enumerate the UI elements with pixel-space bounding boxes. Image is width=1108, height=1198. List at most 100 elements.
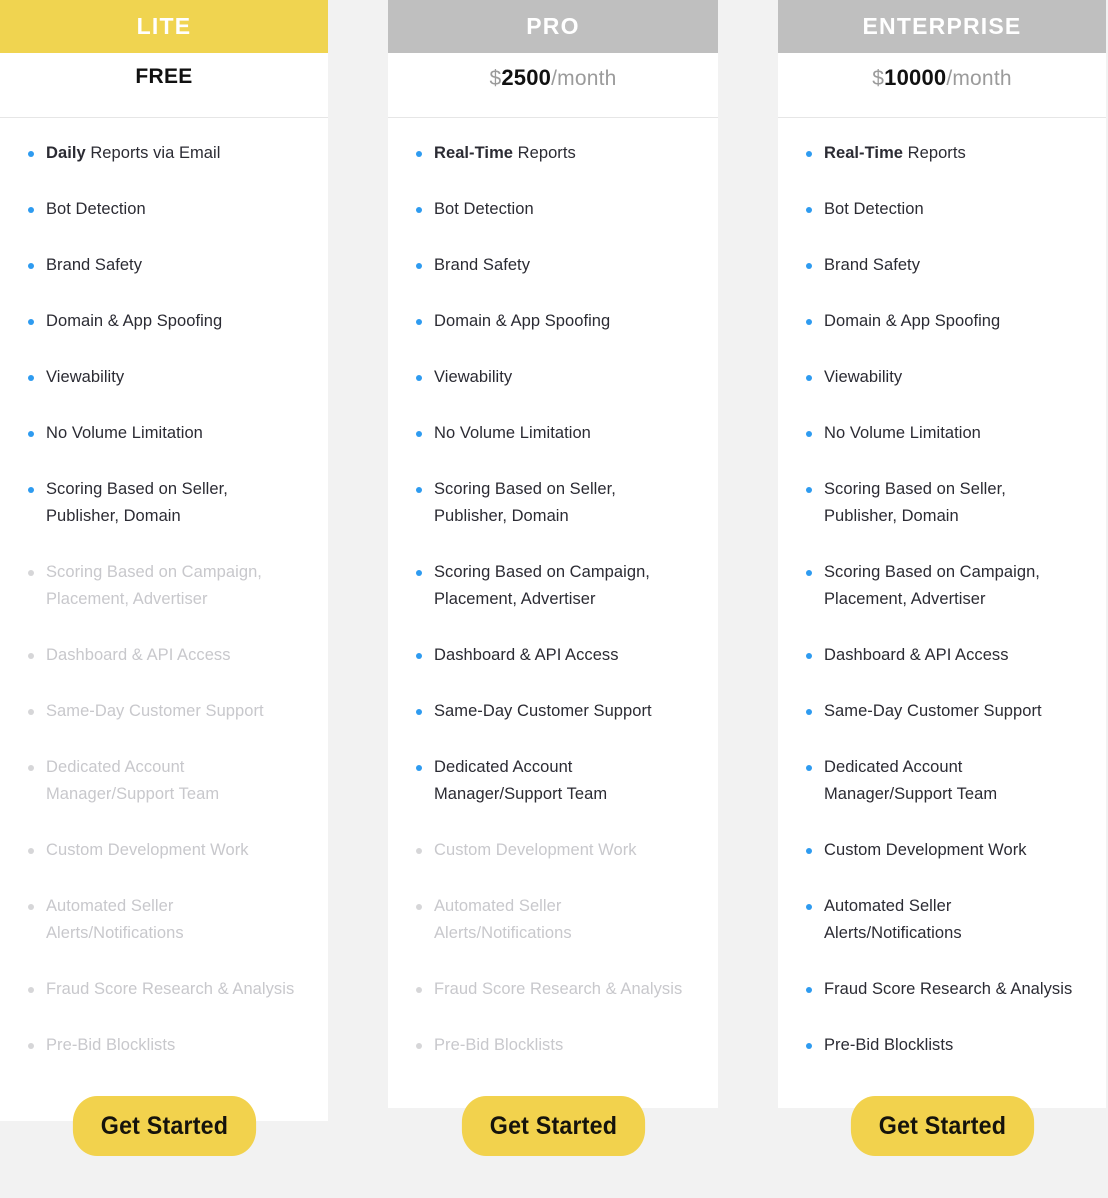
- feature-label: Reports: [903, 144, 966, 162]
- feature-list-lite: Daily Reports via Email Bot Detection Bran…: [0, 118, 328, 1088]
- plan-price-zone-enterprise: $10000/month: [778, 53, 1106, 118]
- feature-item: Brand Safety: [26, 252, 302, 279]
- feature-item: Automated Seller Alerts/Notifications: [26, 893, 302, 947]
- feature-item: Domain & App Spoofing: [804, 308, 1080, 335]
- pricing-table: LITE FREE Daily Reports via Email Bot Detec…: [0, 0, 1108, 1156]
- feature-item: Custom Development Work: [26, 837, 302, 864]
- plan-name: PRO: [526, 13, 580, 39]
- feature-item: Scoring Based on Seller, Publisher, Doma…: [414, 476, 692, 530]
- feature-item: Viewability: [414, 364, 692, 391]
- feature-item: Dashboard & API Access: [414, 642, 692, 669]
- feature-label: Fraud Score Research & Analysis: [824, 980, 1073, 998]
- feature-item: No Volume Limitation: [26, 420, 302, 447]
- plan-card-lite: LITE FREE Daily Reports via Email Bot Detec…: [0, 0, 328, 1156]
- feature-label: Pre-Bid Blocklists: [46, 1036, 176, 1054]
- plan-name: ENTERPRISE: [862, 13, 1022, 39]
- plan-header-enterprise: ENTERPRISE: [778, 0, 1106, 53]
- plan-name: LITE: [136, 13, 192, 39]
- feature-label: Pre-Bid Blocklists: [434, 1036, 564, 1054]
- feature-item: Fraud Score Research & Analysis: [414, 976, 692, 1003]
- feature-item: Dedicated Account Manager/Support Team: [804, 754, 1080, 808]
- feature-label: Fraud Score Research & Analysis: [46, 980, 295, 998]
- feature-item: Dedicated Account Manager/Support Team: [414, 754, 692, 808]
- feature-label: Bot Detection: [824, 200, 924, 218]
- plan-price-zone-pro: $2500/month: [388, 53, 718, 118]
- feature-label: Viewability: [46, 368, 125, 386]
- feature-item: Bot Detection: [26, 196, 302, 223]
- feature-label: Custom Development Work: [46, 841, 249, 859]
- feature-item: Pre-Bid Blocklists: [804, 1032, 1080, 1059]
- feature-item: Fraud Score Research & Analysis: [26, 976, 302, 1003]
- feature-item: Custom Development Work: [414, 837, 692, 864]
- feature-item: Dedicated Account Manager/Support Team: [26, 754, 302, 808]
- feature-label: Dedicated Account Manager/Support Team: [46, 758, 220, 803]
- feature-label: Bot Detection: [46, 200, 146, 218]
- plan-price: $2500/month: [489, 65, 616, 91]
- feature-item: Scoring Based on Seller, Publisher, Doma…: [804, 476, 1080, 530]
- feature-list-enterprise: Real-Time Reports Bot Detection Brand Safe…: [778, 118, 1106, 1088]
- price-currency-symbol: $: [872, 67, 885, 90]
- cta-container-lite: Get Started: [0, 1088, 328, 1198]
- price-period: /month: [946, 67, 1012, 90]
- feature-label: Brand Safety: [46, 256, 142, 274]
- feature-item: Brand Safety: [804, 252, 1080, 279]
- get-started-button-pro[interactable]: Get Started: [461, 1096, 645, 1156]
- feature-label: Domain & App Spoofing: [46, 312, 223, 330]
- feature-label: Dedicated Account Manager/Support Team: [824, 758, 998, 803]
- feature-item: Real-Time Reports: [414, 140, 692, 167]
- feature-item: Viewability: [26, 364, 302, 391]
- feature-emphasis: Real-Time: [434, 144, 514, 162]
- get-started-button-lite[interactable]: Get Started: [72, 1096, 256, 1156]
- feature-item: Dashboard & API Access: [26, 642, 302, 669]
- feature-item: Domain & App Spoofing: [414, 308, 692, 335]
- feature-item: Custom Development Work: [804, 837, 1080, 864]
- feature-label: Brand Safety: [824, 256, 920, 274]
- plan-price-free: FREE: [135, 65, 193, 88]
- feature-label: Brand Safety: [434, 256, 530, 274]
- feature-label: No Volume Limitation: [46, 424, 203, 442]
- price-amount: 2500: [501, 65, 552, 90]
- feature-label: Bot Detection: [434, 200, 534, 218]
- cta-container-enterprise: Get Started: [778, 1088, 1106, 1177]
- feature-label: Domain & App Spoofing: [824, 312, 1001, 330]
- feature-item: Scoring Based on Campaign, Placement, Ad…: [414, 559, 692, 613]
- feature-label: Scoring Based on Seller, Publisher, Doma…: [824, 480, 1006, 525]
- feature-emphasis: Real-Time: [824, 144, 904, 162]
- feature-label: Automated Seller Alerts/Notifications: [824, 897, 962, 942]
- feature-label: Dedicated Account Manager/Support Team: [434, 758, 608, 803]
- feature-item: No Volume Limitation: [414, 420, 692, 447]
- feature-label: Dashboard & API Access: [434, 646, 619, 664]
- feature-item: Brand Safety: [414, 252, 692, 279]
- feature-item: Automated Seller Alerts/Notifications: [414, 893, 692, 947]
- feature-item: Bot Detection: [804, 196, 1080, 223]
- feature-emphasis: Daily: [46, 144, 86, 162]
- feature-label: Reports via Email: [85, 144, 221, 162]
- plan-card-pro: PRO $2500/month Real-Time Reports Bot Detec…: [388, 0, 718, 1156]
- feature-label: Automated Seller Alerts/Notifications: [46, 897, 184, 942]
- feature-label: Automated Seller Alerts/Notifications: [434, 897, 572, 942]
- get-started-button-enterprise[interactable]: Get Started: [850, 1096, 1034, 1156]
- feature-list-pro: Real-Time Reports Bot Detection Brand Safe…: [388, 118, 718, 1088]
- feature-label: Scoring Based on Campaign, Placement, Ad…: [434, 563, 650, 608]
- feature-label: Same-Day Customer Support: [46, 702, 264, 720]
- feature-label: Reports: [513, 144, 576, 162]
- feature-item: Scoring Based on Seller, Publisher, Doma…: [26, 476, 302, 530]
- cta-container-pro: Get Started: [388, 1088, 718, 1177]
- plan-price: $10000/month: [872, 65, 1011, 91]
- price-currency-symbol: $: [489, 67, 502, 90]
- feature-item: Scoring Based on Campaign, Placement, Ad…: [804, 559, 1080, 613]
- feature-item: Real-Time Reports: [804, 140, 1080, 167]
- feature-label: Same-Day Customer Support: [434, 702, 652, 720]
- feature-item: Automated Seller Alerts/Notifications: [804, 893, 1080, 947]
- feature-label: Viewability: [824, 368, 903, 386]
- price-period: /month: [551, 67, 617, 90]
- feature-label: Custom Development Work: [434, 841, 637, 859]
- feature-label: Scoring Based on Campaign, Placement, Ad…: [824, 563, 1040, 608]
- plan-card-enterprise: ENTERPRISE $10000/month Real-Time Reports B…: [778, 0, 1106, 1156]
- feature-label: Same-Day Customer Support: [824, 702, 1042, 720]
- feature-item: Viewability: [804, 364, 1080, 391]
- feature-label: No Volume Limitation: [824, 424, 981, 442]
- feature-item: Daily Reports via Email: [26, 140, 302, 167]
- feature-label: No Volume Limitation: [434, 424, 591, 442]
- feature-label: Scoring Based on Seller, Publisher, Doma…: [434, 480, 616, 525]
